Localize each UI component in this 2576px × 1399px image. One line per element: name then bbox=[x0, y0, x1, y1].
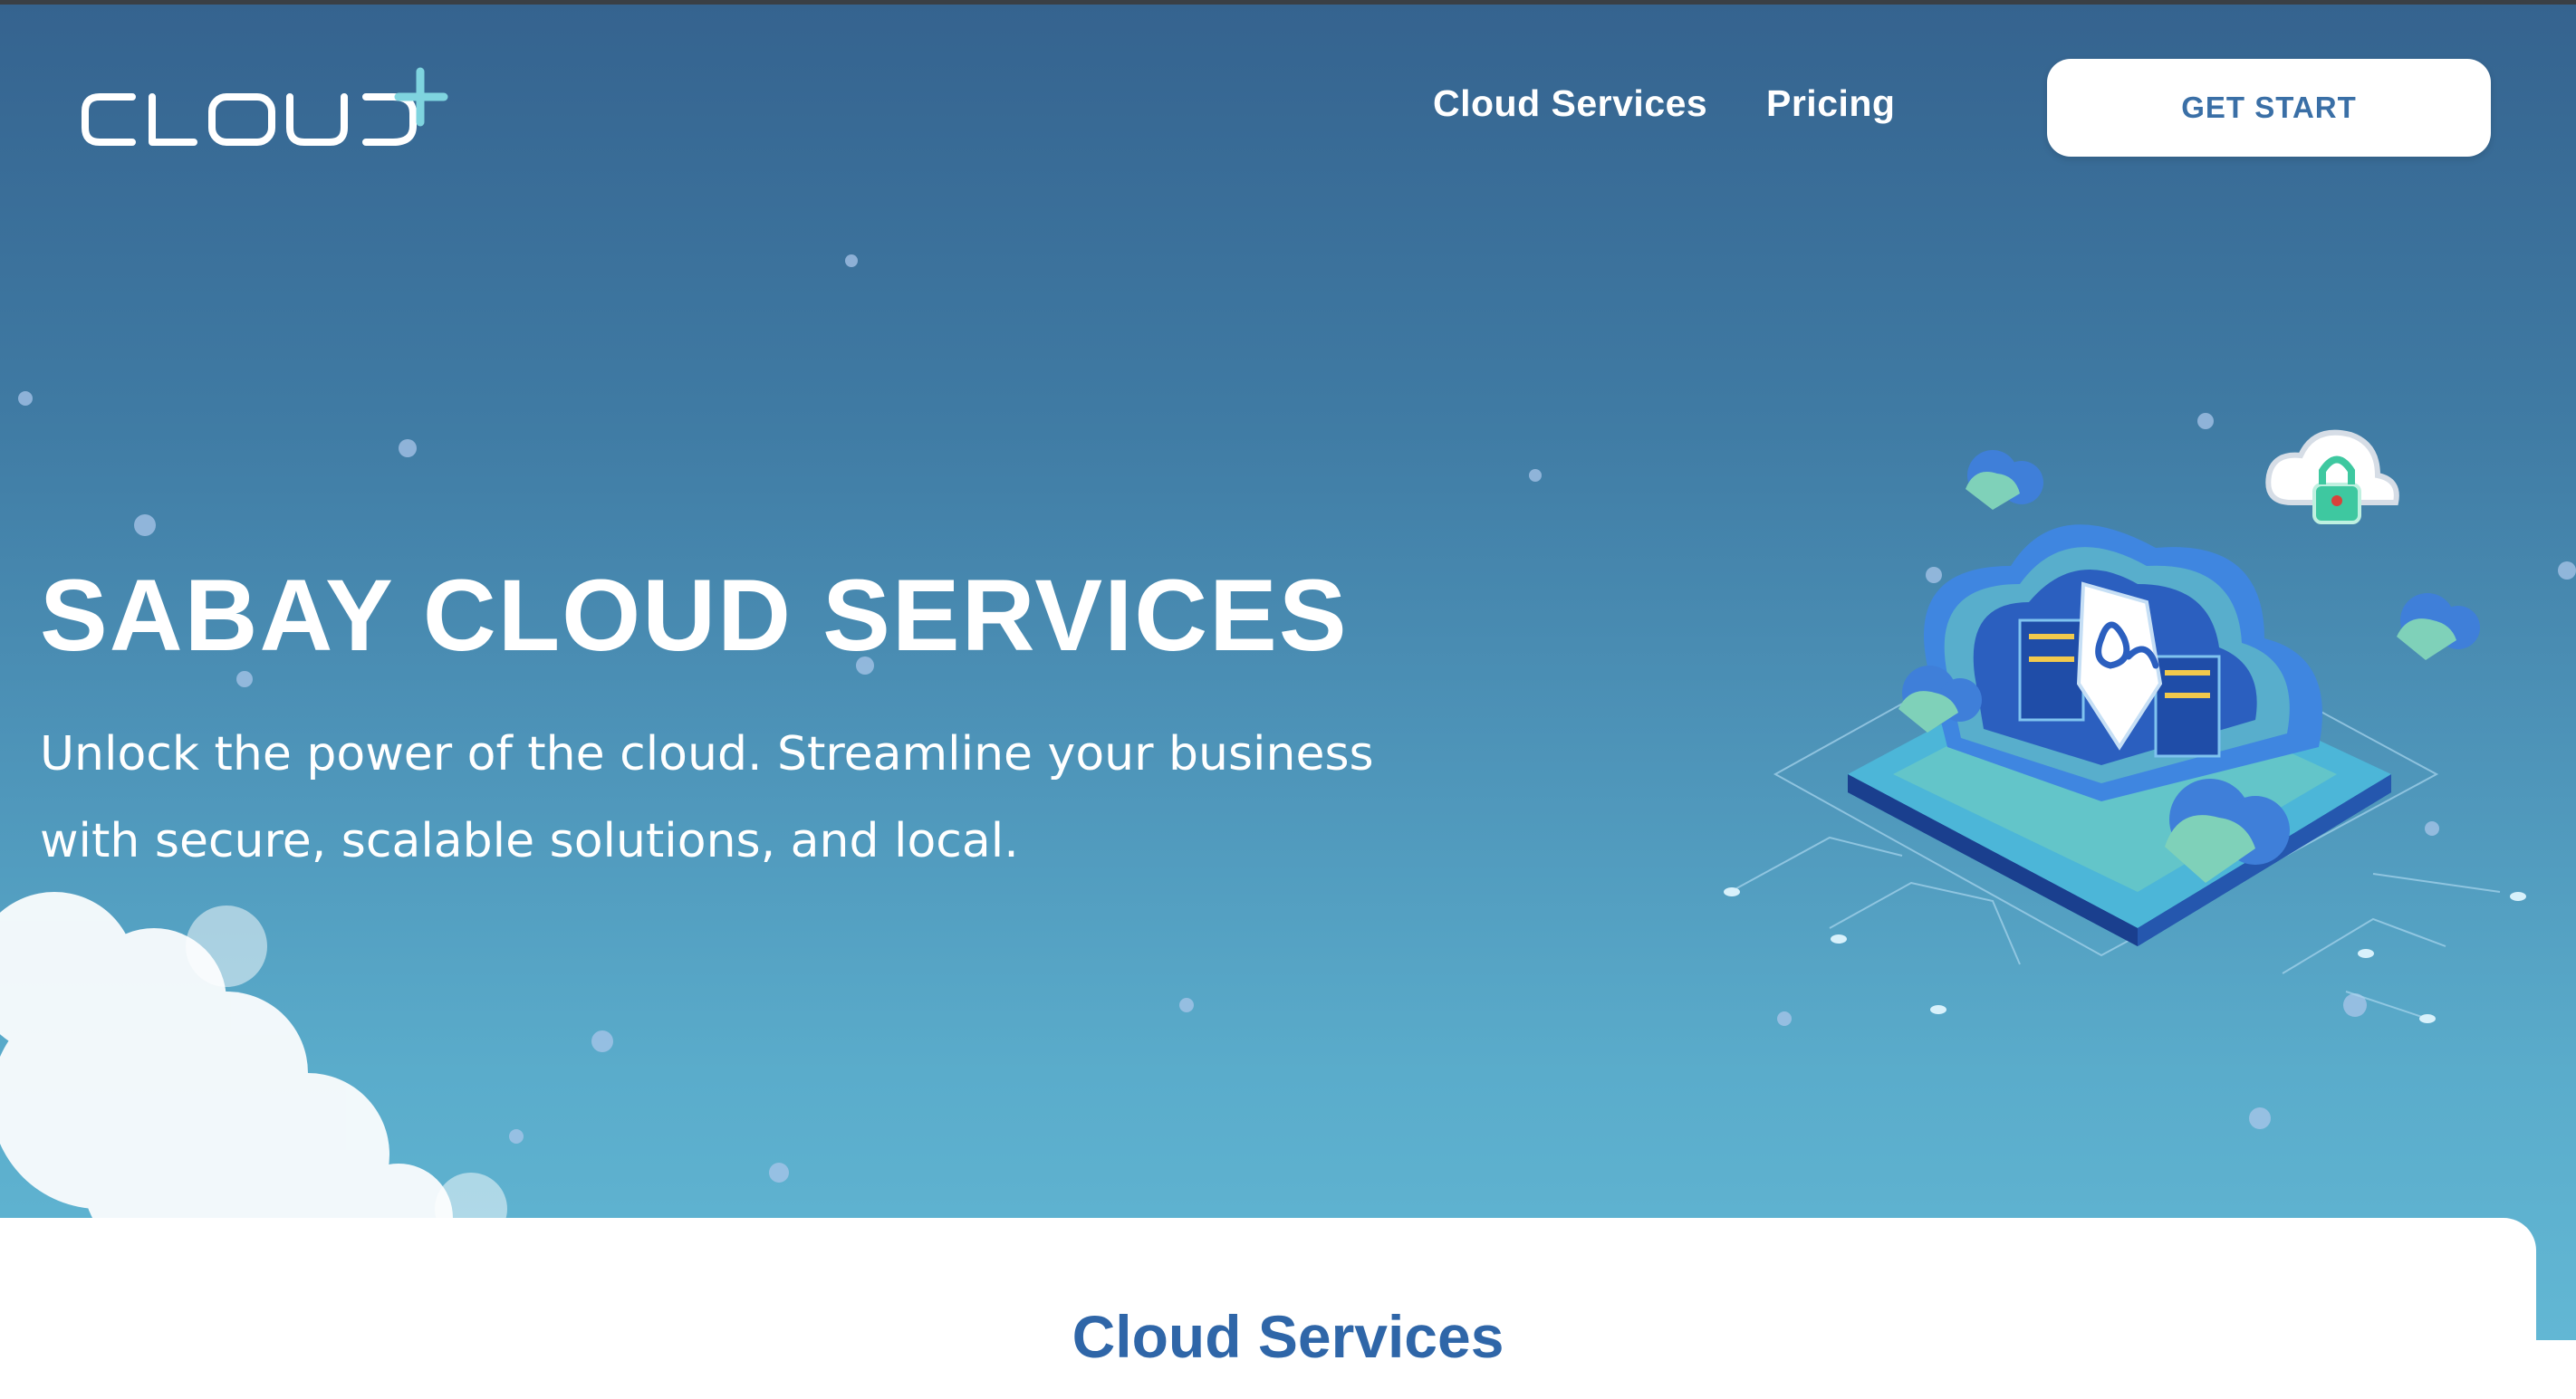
hero-title: SABAY CLOUD SERVICES bbox=[40, 559, 1349, 672]
decorative-clouds bbox=[0, 892, 507, 1245]
hero-section: Cloud Services Pricing GET START SABAY C… bbox=[0, 5, 2576, 1340]
nav-cloud-services-link[interactable]: Cloud Services bbox=[1433, 82, 1707, 125]
get-start-button[interactable]: GET START bbox=[2047, 59, 2491, 157]
nav-pricing-link[interactable]: Pricing bbox=[1766, 82, 1895, 125]
cloud-lock-icon bbox=[2265, 429, 2399, 524]
section-title: Cloud Services bbox=[1072, 1303, 1504, 1370]
cloud-server-illustration bbox=[1724, 429, 2526, 1023]
cloud-plus-logo[interactable] bbox=[80, 66, 460, 157]
small-cloud-icon bbox=[1966, 450, 2043, 510]
hero-subtitle: Unlock the power of the cloud. Streamlin… bbox=[40, 727, 1374, 868]
